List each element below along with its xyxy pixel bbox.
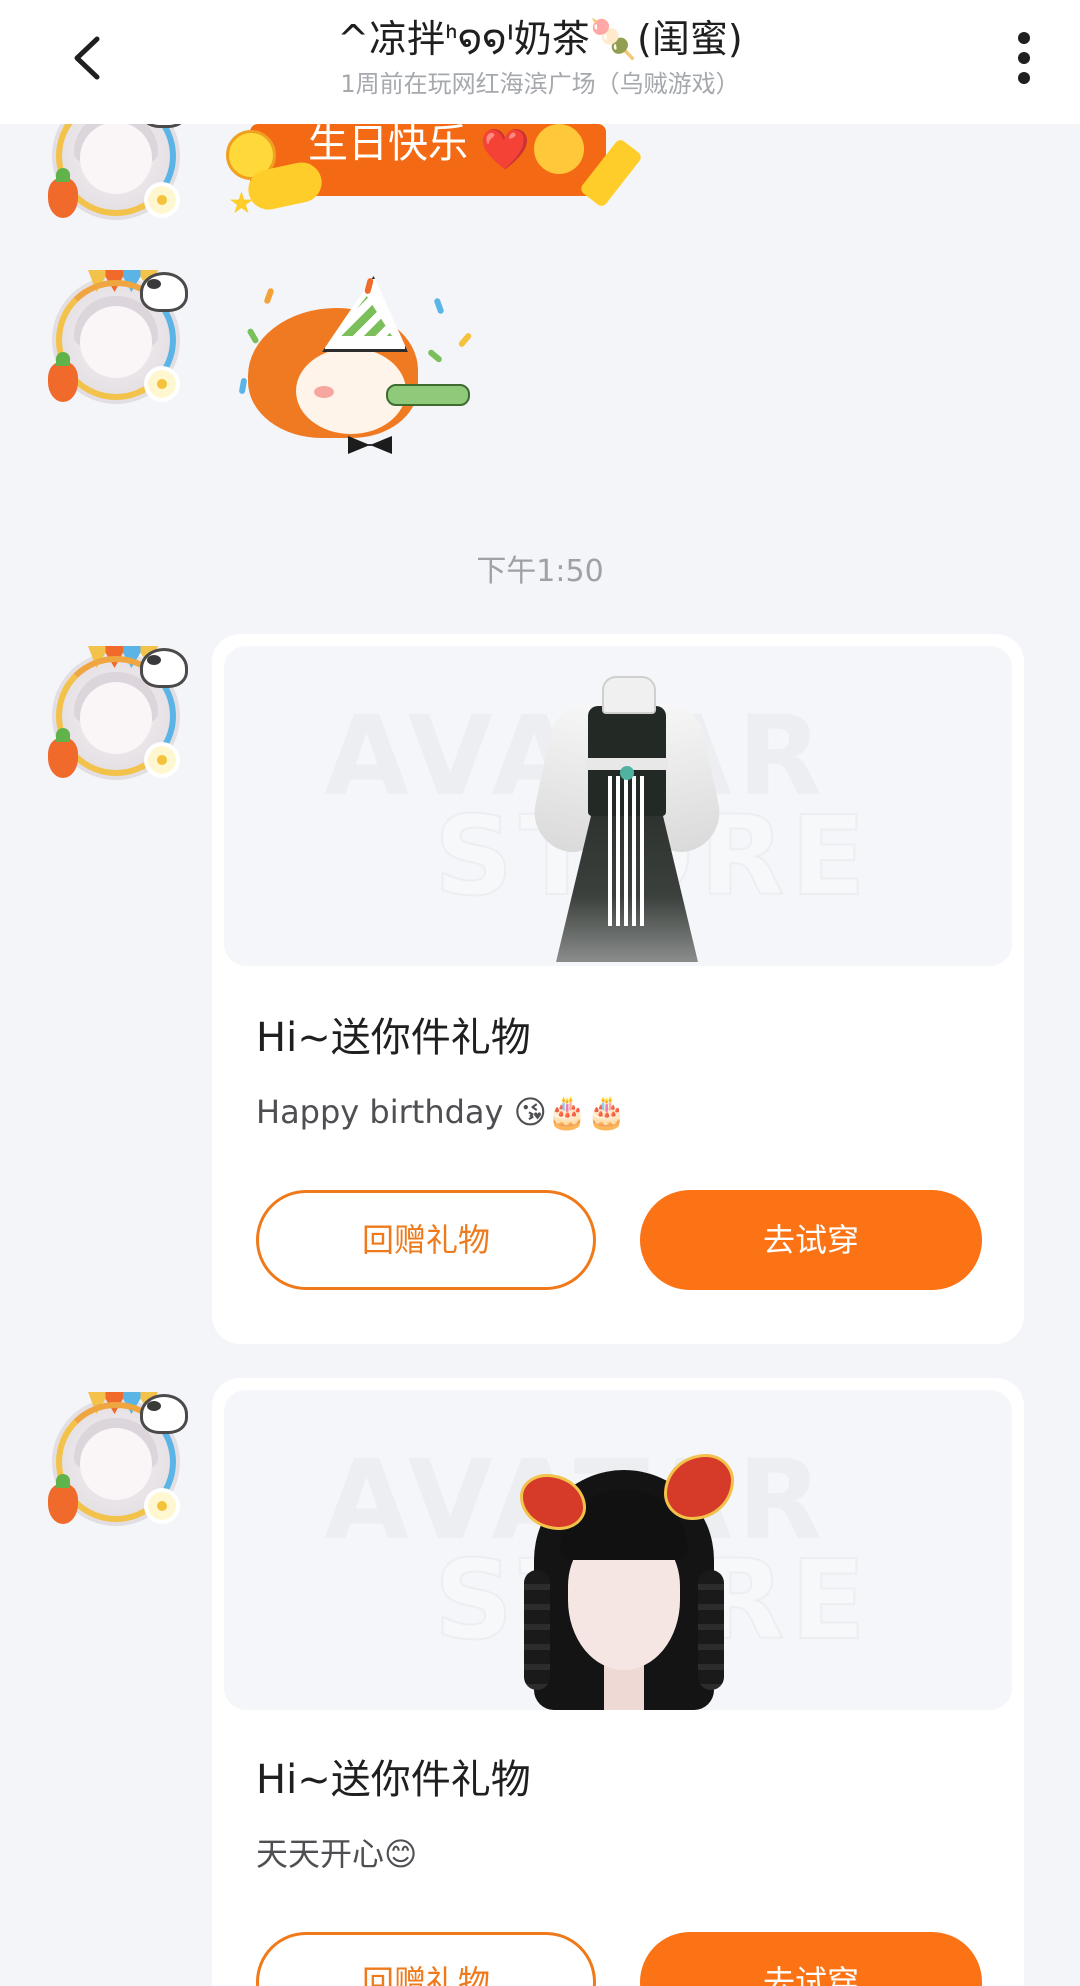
timestamp-divider: 下午1:50 — [476, 554, 604, 589]
party-sticker[interactable] — [236, 268, 486, 468]
hair-braid-right — [698, 1570, 724, 1690]
confetti — [238, 377, 248, 395]
try-on-button[interactable]: 去试穿 — [640, 1932, 982, 1986]
chat-title: ^凉拌ᑋ໑໑ᑊ奶茶🍡(闺蜜) — [337, 17, 743, 61]
avatar-face — [80, 682, 152, 754]
carrot-icon — [48, 728, 78, 778]
bow-tie-icon — [348, 436, 392, 454]
vertical-dots-icon — [1018, 32, 1030, 84]
confetti — [426, 348, 444, 364]
sticker-blush — [314, 386, 334, 398]
dress-collar — [602, 676, 656, 714]
flower-icon — [148, 1492, 176, 1520]
gift-preview[interactable]: AVATARSTORE — [224, 1390, 1012, 1710]
cat-icon — [140, 272, 188, 312]
confetti — [246, 327, 260, 345]
back-button[interactable] — [56, 28, 116, 88]
jade-pendant — [620, 766, 634, 780]
sender-avatar[interactable] — [48, 1392, 188, 1526]
hair-bow-right — [664, 1454, 734, 1520]
flower-icon — [148, 186, 176, 214]
sender-avatar[interactable] — [48, 270, 188, 404]
avatar-face — [80, 306, 152, 378]
gift-title: Hi~送你件礼物 — [256, 1757, 531, 1803]
carrot-icon — [48, 1474, 78, 1524]
confetti — [457, 331, 473, 349]
return-gift-button[interactable]: 回赠礼物 — [256, 1190, 596, 1290]
confetti — [433, 297, 445, 315]
star-icon: ★ — [228, 186, 255, 221]
return-gift-button[interactable]: 回赠礼物 — [256, 1932, 596, 1986]
flower-icon — [148, 370, 176, 398]
party-horn-icon — [386, 384, 470, 406]
gift-title: Hi~送你件礼物 — [256, 1015, 531, 1061]
gift-item-dress — [527, 676, 727, 966]
gift-card[interactable]: AVATARSTORE Hi~送你件礼物 Happy birthday 😘🎂🎂 … — [212, 634, 1024, 1344]
gift-message: Happy birthday 😘🎂🎂 — [256, 1093, 627, 1131]
gift-card[interactable]: AVATARSTORE Hi~送你件礼物 天天开心😊 回赠礼物 去试穿 — [212, 1378, 1024, 1986]
avatar-face — [80, 122, 152, 194]
chevron-left-icon — [74, 36, 100, 80]
gift-message: 天天开心😊 — [256, 1835, 418, 1873]
sender-avatar[interactable] — [48, 646, 188, 780]
carrot-icon — [48, 168, 78, 218]
flower-icon — [148, 746, 176, 774]
avatar-face — [80, 1428, 152, 1500]
chat-subtitle: 1周前在玩网红海滨广场（乌贼游戏） — [340, 70, 740, 98]
cat-icon — [140, 1394, 188, 1434]
hugging-face-icon — [534, 124, 584, 174]
banner-text: 生日快乐 — [308, 121, 468, 167]
try-on-button[interactable]: 去试穿 — [640, 1190, 982, 1290]
gift-preview[interactable]: AVATARSTORE — [224, 646, 1012, 966]
chat-header: ^凉拌ᑋ໑໑ᑊ奶茶🍡(闺蜜) 1周前在玩网红海滨广场（乌贼游戏） — [0, 0, 1080, 124]
gift-item-hairstyle — [514, 1450, 734, 1710]
cat-icon — [140, 648, 188, 688]
carrot-icon — [48, 352, 78, 402]
confetti — [263, 287, 275, 305]
dress-tassels — [608, 776, 648, 926]
more-options-button[interactable] — [996, 26, 1052, 90]
hair-braid-left — [524, 1570, 550, 1690]
heart-icon: ❤️ — [480, 127, 530, 173]
